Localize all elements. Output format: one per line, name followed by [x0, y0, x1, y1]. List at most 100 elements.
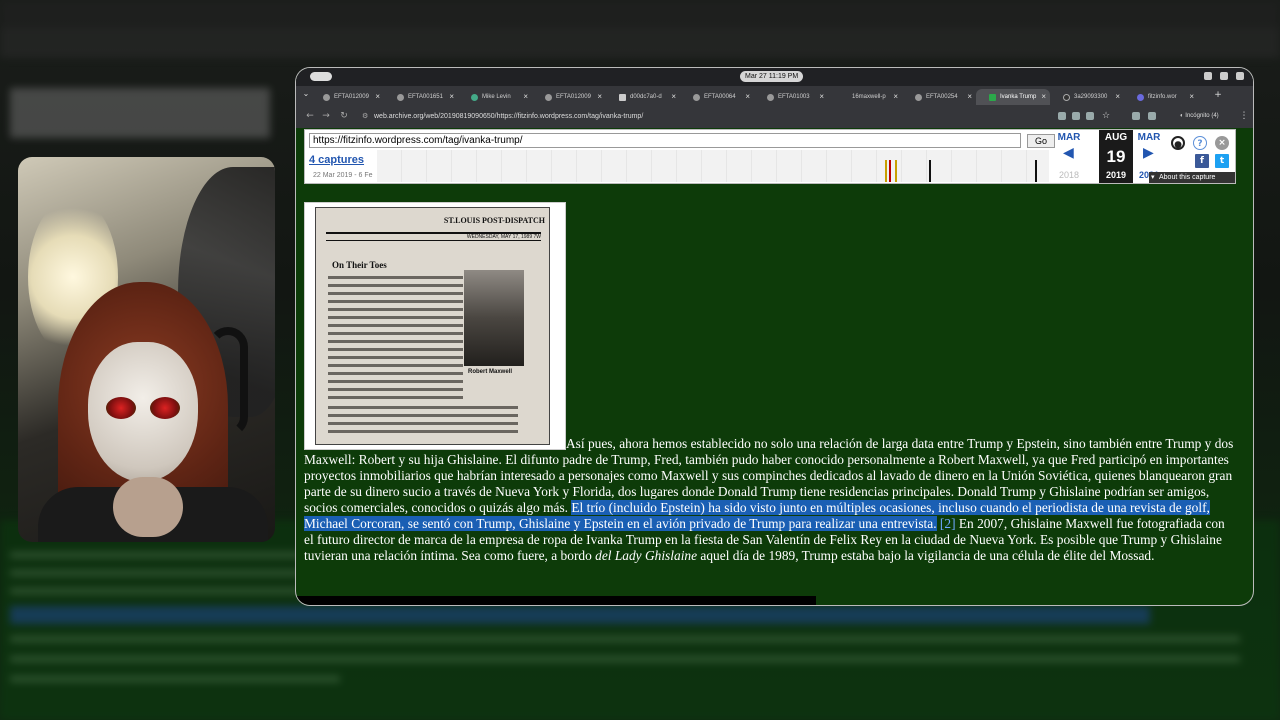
go-button[interactable]: Go [1027, 134, 1055, 148]
capture-bar[interactable] [889, 160, 891, 182]
clipping-text-line [328, 284, 463, 287]
prev-year[interactable]: 2018 [1055, 170, 1083, 180]
tab[interactable]: EFTA001651 × [384, 89, 458, 105]
close-tab-icon[interactable]: × [1189, 89, 1194, 105]
clipping-text-line [328, 372, 463, 375]
close-tab-icon[interactable]: × [967, 89, 972, 105]
facebook-icon[interactable]: f [1195, 154, 1209, 168]
current-month: AUG [1104, 132, 1128, 143]
activities-pill[interactable] [310, 72, 332, 81]
article-text: aquel día de 1989, Trump estaba bajo la … [697, 548, 1155, 563]
reload-icon[interactable]: ↻ [338, 110, 350, 122]
tab[interactable]: d00dc7a0-d × [606, 89, 680, 105]
close-tab-icon[interactable]: × [893, 89, 898, 105]
clipping-page: ST.LOUIS POST-DISPATCH WEDNESDAY, MAY 17… [315, 207, 550, 445]
tab-label: fitzinfo.wor [1148, 94, 1177, 100]
bottom-divider [296, 596, 816, 605]
clipping-text-line [328, 340, 463, 343]
tab[interactable]: 3a29093300 × [1050, 89, 1124, 105]
tab-active[interactable]: Ivanka Trump × [976, 89, 1050, 105]
close-toolbar-icon[interactable]: × [1215, 136, 1229, 150]
close-tab-icon[interactable]: × [375, 89, 380, 105]
share-icon[interactable] [1086, 112, 1094, 120]
prev-capture-arrow[interactable]: ◀ [1063, 145, 1074, 161]
tab-label: EFTA012009 [556, 94, 591, 100]
url-field[interactable]: ⚙ web.archive.org/web/20190819090650/htt… [362, 109, 1002, 124]
prev-month[interactable]: MAR [1055, 132, 1083, 143]
capture-bar[interactable] [885, 160, 887, 182]
next-month[interactable]: MAR [1135, 132, 1163, 143]
close-tab-icon[interactable]: × [597, 89, 602, 105]
tab-label: EFTA001651 [408, 94, 443, 100]
incognito-profile[interactable]: ◐ Incógnito (4) [1180, 110, 1219, 122]
clipping-text-line [328, 364, 463, 367]
new-tab-icon[interactable]: + [1212, 89, 1224, 101]
clipping-text-line [328, 332, 463, 335]
url-text: web.archive.org/web/20190819090650/https… [374, 113, 644, 120]
tab[interactable]: EFTA01003 × [754, 89, 828, 105]
globe-icon [545, 94, 552, 101]
twitter-icon[interactable]: t [1215, 154, 1229, 168]
clock[interactable]: Mar 27 11:19 PM [740, 71, 804, 82]
cast-icon[interactable] [1058, 112, 1066, 120]
forward-icon[interactable]: → [320, 110, 332, 122]
tab[interactable]: EFTA00064 × [680, 89, 754, 105]
webcam-headphones [208, 327, 248, 437]
downloads-icon[interactable] [1148, 112, 1156, 120]
tab-strip: ⌄ EFTA012009 × EFTA001651 × Mike Levin × EF… [296, 86, 1253, 106]
article-emphasis: del Lady Ghislaine [595, 548, 698, 563]
wayback-url-input[interactable]: https://fitzinfo.wordpress.com/tag/ivank… [309, 133, 1021, 148]
tab[interactable]: EFTA00254 × [902, 89, 976, 105]
background-shape [10, 88, 270, 138]
tab-label: d00dc7a0-d [630, 94, 662, 100]
close-tab-icon[interactable]: × [449, 89, 454, 105]
clipping-text-line [328, 406, 518, 409]
background-bar [0, 0, 1280, 28]
close-tab-icon[interactable]: × [1115, 89, 1120, 105]
close-icon[interactable] [1236, 72, 1244, 80]
tab[interactable]: 16maxwell-p × [828, 89, 902, 105]
clipping-text-line [328, 348, 463, 351]
background-text-line [10, 676, 340, 682]
help-icon[interactable]: ? [1193, 136, 1207, 150]
captures-link[interactable]: 4 captures [309, 154, 364, 166]
user-icon[interactable]: ● [1171, 136, 1185, 150]
tab-label: 3a29093300 [1074, 94, 1108, 100]
close-tab-icon[interactable]: × [523, 89, 528, 105]
capture-bar[interactable] [929, 160, 931, 182]
tab-label: Ivanka Trump [1000, 94, 1037, 100]
globe-icon [767, 94, 774, 101]
system-top-bar: Mar 27 11:19 PM [296, 68, 1253, 86]
about-capture-link[interactable]: ▾ About this capture [1149, 172, 1235, 183]
webcam-mask [88, 342, 198, 482]
reference-link[interactable]: [2] [937, 516, 956, 531]
archive-icon [1063, 94, 1070, 101]
back-icon[interactable]: ← [304, 110, 316, 122]
clipping-text-line [328, 300, 463, 303]
close-tab-icon[interactable]: × [745, 89, 750, 105]
tab[interactable]: EFTA012009 × [532, 89, 606, 105]
capture-bar[interactable] [1035, 160, 1037, 182]
maximize-icon[interactable] [1220, 72, 1228, 80]
close-tab-icon[interactable]: × [819, 89, 824, 105]
capture-histogram[interactable] [377, 150, 1049, 182]
tab[interactable]: EFTA012009 × [310, 89, 384, 105]
tab[interactable]: fitzinfo.wor × [1124, 89, 1198, 105]
close-tab-icon[interactable]: × [1041, 89, 1046, 105]
clipping-portrait-photo [464, 270, 524, 366]
capture-bar[interactable] [895, 160, 897, 182]
tab[interactable]: Mike Levin × [458, 89, 532, 105]
site-info-icon[interactable]: ⚙ [362, 109, 368, 124]
newspaper-clipping-image: ST.LOUIS POST-DISPATCH WEDNESDAY, MAY 17… [304, 202, 566, 450]
caret-down-icon: ▾ [1151, 174, 1155, 181]
next-capture-arrow[interactable]: ▶ [1143, 145, 1154, 161]
clipping-text-line [328, 356, 463, 359]
clipping-text-line [328, 380, 463, 383]
minimize-icon[interactable] [1204, 72, 1212, 80]
screen: Mar 27 11:19 PM ⌄ EFTA012009 × EFTA001651… [0, 0, 1280, 720]
zoom-icon[interactable] [1072, 112, 1080, 120]
bookmark-star-icon[interactable]: ☆ [1100, 110, 1112, 122]
extensions-icon[interactable] [1132, 112, 1140, 120]
menu-icon[interactable]: ⋮ [1238, 110, 1250, 122]
close-tab-icon[interactable]: × [671, 89, 676, 105]
